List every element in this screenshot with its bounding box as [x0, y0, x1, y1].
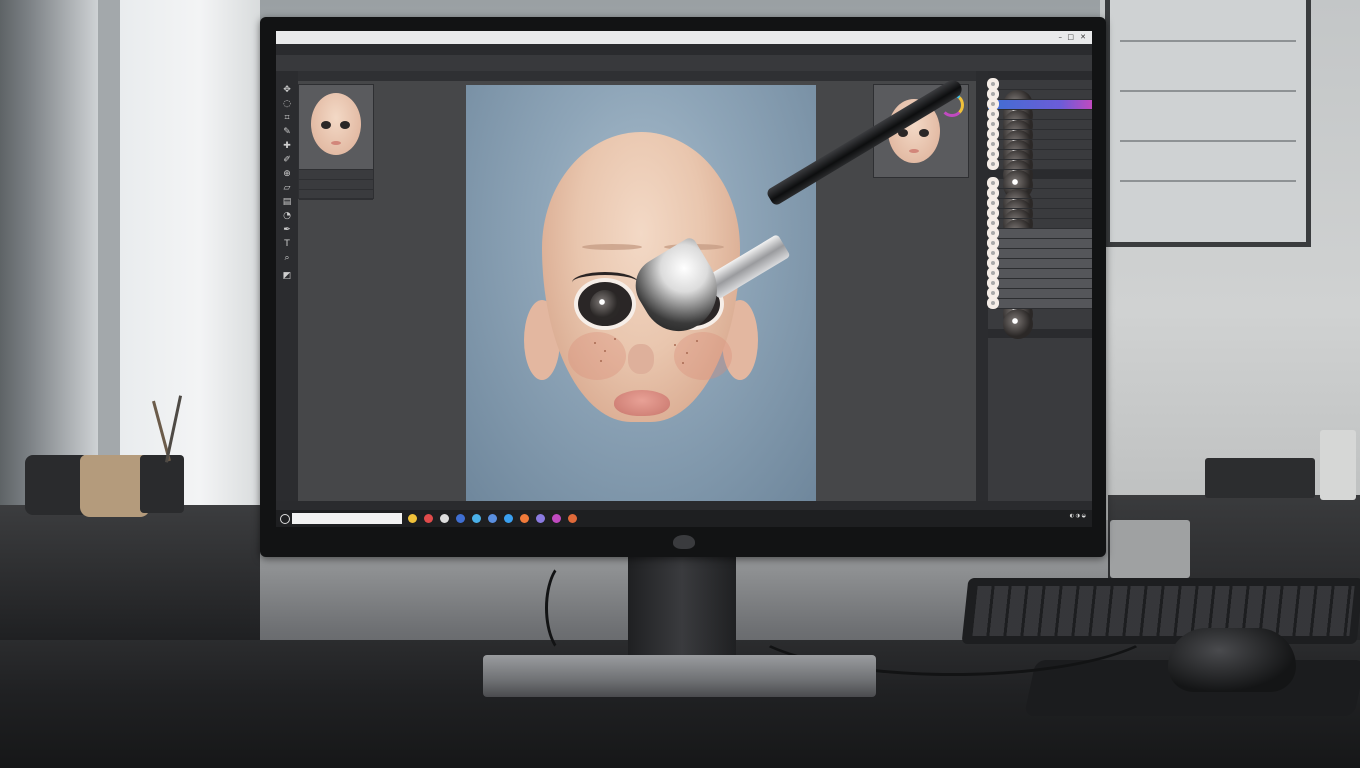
pen-holder	[1320, 430, 1356, 500]
tools-panel: ✥ ◌ ⌗ ✎ ✚ ✐ ⊕ ▱ ▤ ◔ ✒ T ⌕ ◩	[276, 71, 298, 511]
panel-dock	[976, 71, 988, 501]
layer-row[interactable]	[988, 249, 1092, 289]
app-icon[interactable]	[440, 514, 449, 523]
start-icon[interactable]	[280, 514, 290, 524]
cabinet	[1110, 520, 1190, 578]
layer-row[interactable]	[988, 120, 1092, 160]
layer-row[interactable]	[988, 229, 1092, 269]
lips	[614, 390, 670, 416]
dodge-tool-icon[interactable]: ◔	[281, 211, 293, 221]
healing-tool-icon[interactable]: ✚	[281, 141, 293, 151]
left-brow	[582, 244, 642, 250]
type-tool-icon[interactable]: T	[281, 239, 293, 249]
mouse[interactable]	[1168, 628, 1296, 692]
taskbar-search[interactable]	[292, 513, 402, 524]
layer-row[interactable]	[988, 179, 1092, 219]
app-icon[interactable]	[504, 514, 513, 523]
stamp-tool-icon[interactable]: ⊕	[281, 169, 293, 179]
panel-row[interactable]	[299, 170, 373, 180]
maximize-icon[interactable]: □	[1067, 31, 1074, 44]
menu-bar	[276, 44, 1092, 55]
left-eye	[578, 282, 632, 326]
side-desk	[0, 505, 260, 640]
brush-tool-icon[interactable]: ✐	[281, 155, 293, 165]
monitor-base	[483, 655, 876, 697]
layer-row[interactable]	[988, 160, 1092, 200]
properties-panel	[298, 169, 374, 200]
panel-row[interactable]	[299, 180, 373, 190]
navigator-thumbnail[interactable]	[311, 93, 361, 155]
app-icon[interactable]	[552, 514, 561, 523]
eyedropper-tool-icon[interactable]: ✎	[281, 127, 293, 137]
layer-row[interactable]	[988, 150, 1092, 190]
gradient-tool-icon[interactable]: ▤	[281, 197, 293, 207]
monitor-logo	[673, 535, 695, 549]
layer-row[interactable]	[988, 299, 1092, 339]
status-bar	[276, 501, 1092, 510]
layer-row[interactable]	[988, 289, 1092, 329]
app-icon[interactable]	[568, 514, 577, 523]
move-tool-icon[interactable]: ✥	[281, 85, 293, 95]
window-frame	[98, 0, 120, 470]
document-tabs[interactable]	[276, 71, 976, 81]
crop-tool-icon[interactable]: ⌗	[281, 113, 293, 123]
layer-row[interactable]	[988, 259, 1092, 299]
layer-row[interactable]	[988, 140, 1092, 180]
window	[0, 0, 260, 520]
title-bar: – □ ✕	[276, 31, 1092, 44]
layer-row[interactable]	[988, 199, 1092, 239]
app-icon[interactable]	[520, 514, 529, 523]
layer-row[interactable]	[988, 269, 1092, 309]
layer-row[interactable]	[988, 219, 1092, 259]
app-icon[interactable]	[472, 514, 481, 523]
pen-tool-icon[interactable]: ✒	[281, 225, 293, 235]
app-icon[interactable]	[456, 514, 465, 523]
lasso-tool-icon[interactable]: ◌	[281, 99, 293, 109]
app-icon[interactable]	[408, 514, 417, 523]
brush-cup	[140, 455, 184, 513]
layer-row[interactable]	[988, 90, 1092, 130]
minimize-icon[interactable]: –	[1059, 31, 1063, 44]
options-bar	[276, 55, 1092, 72]
layer-row[interactable]	[988, 209, 1092, 249]
app-icon[interactable]	[424, 514, 433, 523]
app-icon[interactable]	[536, 514, 545, 523]
panel-row[interactable]	[299, 190, 373, 200]
layer-row-selected[interactable]	[988, 100, 1092, 140]
cable	[545, 560, 591, 656]
app-icon[interactable]	[488, 514, 497, 523]
nose	[628, 344, 654, 374]
wall-art	[1105, 0, 1311, 247]
layers-panel	[988, 71, 1092, 501]
layer-row[interactable]	[988, 279, 1092, 319]
system-tray[interactable]: ◐ ◑ ◒	[1070, 513, 1086, 519]
taskbar: ◐ ◑ ◒	[276, 510, 1092, 527]
layer-row[interactable]	[988, 80, 1092, 120]
navigator-panel	[298, 84, 374, 170]
layer-row[interactable]	[988, 239, 1092, 279]
monitor-stand	[628, 552, 736, 664]
layers-panel-header	[988, 71, 1092, 80]
speaker	[1205, 458, 1315, 498]
close-icon[interactable]: ✕	[1080, 31, 1086, 44]
color-swatch-icon[interactable]: ◩	[281, 271, 293, 281]
zoom-tool-icon[interactable]: ⌕	[281, 253, 293, 263]
right-cheek	[674, 332, 732, 380]
layer-row[interactable]	[988, 189, 1092, 229]
eraser-tool-icon[interactable]: ▱	[281, 183, 293, 193]
left-cheek	[568, 332, 626, 380]
layer-row[interactable]	[988, 110, 1092, 150]
layer-row[interactable]	[988, 130, 1092, 170]
